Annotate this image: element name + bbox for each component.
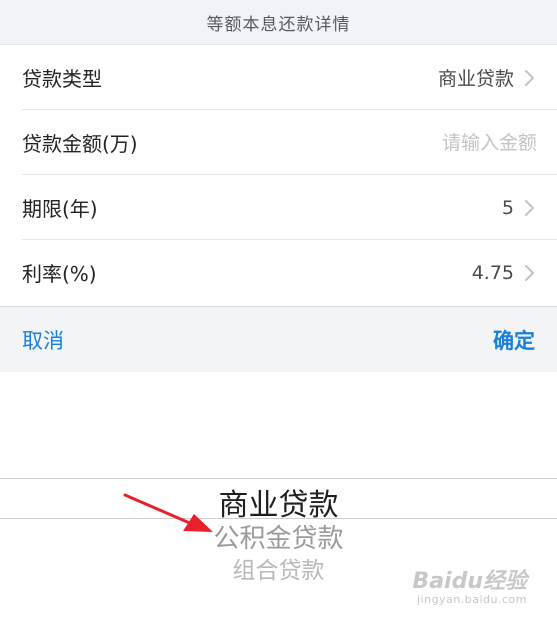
watermark-logo: Baidu经验 [412,569,527,594]
picker-selection-top-line [0,478,557,479]
loan-form: 贷款类型 商业贷款 贷款金额(万) 期限(年) 5 利率(%) 4.75 [0,45,557,305]
picker-toolbar: 取消 确定 [0,306,557,372]
chevron-right-icon [525,199,534,216]
loan-term-row[interactable]: 期限(年) 5 [0,175,557,240]
chevron-right-icon [525,69,534,86]
interest-rate-row[interactable]: 利率(%) 4.75 [0,240,557,305]
page-header: 等额本息还款详情 [0,0,557,45]
loan-term-value: 5 [501,196,514,219]
loan-amount-input[interactable] [337,131,537,154]
interest-rate-right: 4.75 [472,262,535,284]
loan-type-row[interactable]: 贷款类型 商业贷款 [0,45,557,110]
loan-type-right: 商业贷款 [438,64,535,91]
loan-amount-label: 贷款金额(万) [22,132,138,156]
cancel-button[interactable]: 取消 [22,325,64,355]
loan-type-label: 贷款类型 [22,67,102,91]
interest-rate-label: 利率(%) [22,262,97,286]
confirm-button[interactable]: 确定 [493,325,535,355]
loan-type-value: 商业贷款 [437,68,514,90]
picker-option-provident-fund-loan[interactable]: 公积金贷款 [0,518,557,555]
loan-amount-row: 贷款金额(万) [0,110,557,175]
chevron-right-icon [525,264,534,281]
loan-term-label: 期限(年) [22,197,98,221]
interest-rate-value: 4.75 [471,261,514,284]
loan-detail-screen: 等额本息还款详情 贷款类型 商业贷款 贷款金额(万) 期限(年) 5 利率(%)… [0,0,557,618]
watermark-url: jingyan.baidu.com [416,593,527,606]
loan-term-right: 5 [502,197,535,219]
baidu-watermark: Baidu经验 jingyan.baidu.com [412,563,527,606]
page-title: 等额本息还款详情 [206,14,351,35]
